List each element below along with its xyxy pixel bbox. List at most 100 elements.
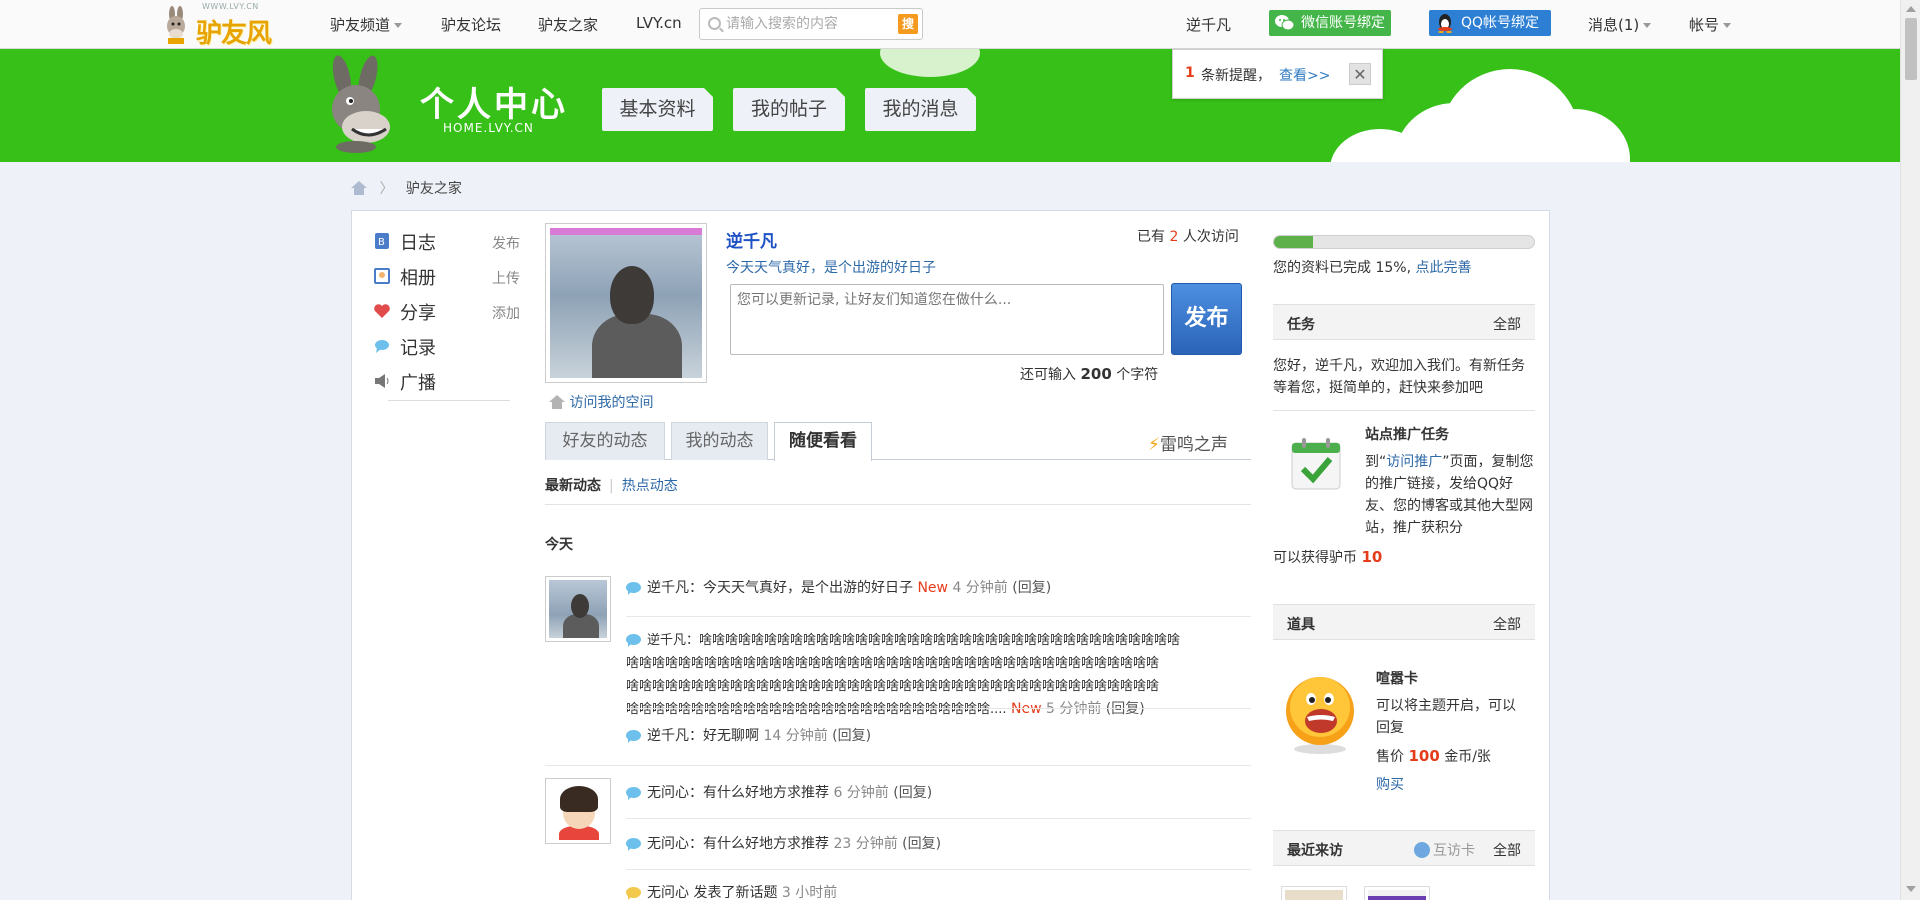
prop-description: 可以将主题开启，可以回复 bbox=[1376, 698, 1516, 736]
home-icon bbox=[549, 395, 565, 409]
profile-username[interactable]: 逆千凡 bbox=[726, 227, 777, 252]
buy-prop-link[interactable]: 购买 bbox=[1376, 774, 1404, 794]
visitor-avatar[interactable] bbox=[1281, 886, 1347, 900]
task-reward: 可以获得驴币 10 bbox=[1273, 547, 1382, 567]
complete-profile-link[interactable]: 点此完善 bbox=[1415, 260, 1471, 276]
site-logo[interactable]: WWW.LVY.CN 驴友风 bbox=[160, 2, 280, 49]
thunder-voice-link[interactable]: ⚡雷鸣之声 bbox=[1148, 430, 1228, 455]
tasks-all-link[interactable]: 全部 bbox=[1493, 314, 1521, 334]
qq-bind-button[interactable]: QQ帐号绑定 bbox=[1429, 10, 1551, 36]
char-count-suffix: 个字符 bbox=[1116, 367, 1159, 383]
visitors-all-link[interactable]: 全部 bbox=[1493, 840, 1521, 860]
feed-separator bbox=[626, 616, 1251, 617]
feed-divider bbox=[545, 504, 1251, 505]
donkey-logo-icon bbox=[167, 6, 185, 44]
notification-text: 条新提醒， bbox=[1201, 68, 1271, 84]
scroll-down-icon[interactable] bbox=[1906, 886, 1916, 892]
mutual-visit-card-link[interactable]: 互访卡 bbox=[1414, 840, 1475, 860]
logo-wordmark: 驴友风 bbox=[196, 19, 272, 49]
visit-count: 已有 2 人次访问 bbox=[1137, 226, 1239, 246]
tab-basic-info[interactable]: 基本资料 bbox=[602, 88, 713, 131]
subtab-hot[interactable]: 热点动态 bbox=[622, 478, 678, 494]
wechat-bind-label: 微信账号绑定 bbox=[1301, 15, 1385, 31]
feed-item-time: 4 分钟前 bbox=[952, 580, 1008, 596]
reply-link[interactable]: (回复) bbox=[832, 728, 871, 744]
reply-link[interactable]: (回复) bbox=[1012, 580, 1051, 596]
tab-my-messages[interactable]: 我的消息 bbox=[865, 88, 976, 131]
avatar-strip bbox=[550, 228, 702, 235]
search-icon bbox=[708, 17, 721, 30]
search-input[interactable] bbox=[726, 14, 886, 34]
prop-price-value: 100 bbox=[1408, 747, 1440, 765]
feed-avatar-head bbox=[571, 594, 589, 618]
feed-avatar[interactable] bbox=[545, 778, 611, 844]
home-icon[interactable] bbox=[351, 181, 367, 195]
tasks-header: 任务 全部 bbox=[1273, 304, 1535, 340]
sidebar-item-broadcast[interactable]: 广播 bbox=[374, 367, 520, 394]
thunder-voice-label: 雷鸣之声 bbox=[1159, 435, 1228, 455]
reply-link[interactable]: (回复) bbox=[893, 785, 932, 801]
nav-lvy-cn[interactable]: LVY.cn bbox=[636, 14, 682, 32]
feed-item-text: 无问心：有什么好地方求推荐 bbox=[647, 785, 829, 801]
profile-progress-text: 您的资料已完成 15%, 点此完善 bbox=[1273, 257, 1471, 277]
account-menu[interactable]: 帐号 bbox=[1689, 14, 1732, 35]
nav-lvy-home[interactable]: 驴友之家 bbox=[538, 14, 598, 35]
feed-tabs: 好友的动态 我的动态 随便看看 bbox=[545, 422, 1251, 461]
tab-my-posts[interactable]: 我的帖子 bbox=[733, 88, 845, 131]
publish-button[interactable]: 发布 bbox=[1171, 283, 1242, 355]
sidebar-divider bbox=[388, 400, 510, 401]
subtab-latest[interactable]: 最新动态 bbox=[545, 478, 601, 494]
char-count-number: 200 bbox=[1080, 365, 1112, 383]
char-count-prefix: 还可输入 bbox=[1020, 367, 1076, 383]
close-icon[interactable]: ✕ bbox=[1349, 63, 1371, 85]
breadcrumb-current[interactable]: 驴友之家 bbox=[406, 181, 462, 197]
visit-count-number: 2 bbox=[1169, 229, 1179, 245]
notification-view-link[interactable]: 查看>> bbox=[1279, 65, 1330, 85]
sidebar-item-record[interactable]: 记录 bbox=[374, 332, 520, 359]
sidebar-item-label: 日志 bbox=[400, 233, 436, 254]
props-all-link[interactable]: 全部 bbox=[1493, 614, 1521, 634]
wechat-bind-button[interactable]: 微信账号绑定 bbox=[1269, 10, 1391, 36]
profile-banner: 个人中心 HOME.LVY.CN 基本资料 我的帖子 我的消息 bbox=[0, 49, 1900, 162]
feed-avatar[interactable] bbox=[545, 576, 611, 642]
tab-my-activity[interactable]: 我的动态 bbox=[671, 422, 768, 460]
task-description: 到“访问推广”页面，复制您的推广链接，发给QQ好友、您的博客或其他大型网站，推广… bbox=[1365, 451, 1537, 539]
page-scrollbar[interactable] bbox=[1900, 0, 1920, 900]
reply-link[interactable]: (回复) bbox=[902, 836, 941, 852]
nav-lvy-forum[interactable]: 驴友论坛 bbox=[441, 14, 501, 35]
scroll-up-icon[interactable] bbox=[1906, 6, 1916, 12]
visit-my-space-link[interactable]: 访问我的空间 bbox=[549, 392, 653, 412]
feed-subtabs: 最新动态 | 热点动态 bbox=[545, 475, 678, 495]
visitors-header: 最近来访 互访卡 全部 bbox=[1273, 830, 1535, 866]
sidebar-item-album[interactable]: 相册 上传 bbox=[374, 262, 520, 289]
visit-promotion-link[interactable]: 访问推广 bbox=[1386, 454, 1442, 470]
album-icon bbox=[374, 268, 390, 284]
banner-subtitle: HOME.LVY.CN bbox=[443, 121, 534, 135]
feed-item-time: 14 分钟前 bbox=[763, 728, 828, 744]
nav-lvy-channel[interactable]: 驴友频道 bbox=[330, 14, 403, 35]
tab-friends-activity[interactable]: 好友的动态 bbox=[545, 422, 665, 460]
tab-random-browse[interactable]: 随便看看 bbox=[774, 422, 872, 461]
status-update-input[interactable] bbox=[730, 284, 1164, 355]
messages-menu[interactable]: 消息(1) bbox=[1588, 14, 1652, 35]
sidebar-item-share[interactable]: 分享 添加 bbox=[374, 297, 520, 324]
feed-item-time: 3 小时前 bbox=[781, 885, 838, 900]
tasks-welcome-text: 您好，逆千凡，欢迎加入我们。有新任务等着您，挺简单的，赶快来参加吧 bbox=[1273, 358, 1525, 396]
search-button[interactable]: 搜 bbox=[898, 14, 918, 34]
avatar[interactable] bbox=[545, 223, 707, 383]
sidebar-action-publish[interactable]: 发布 bbox=[492, 233, 520, 253]
user-name-link[interactable]: 逆千凡 bbox=[1186, 14, 1231, 35]
reply-link[interactable]: (回复) bbox=[1106, 701, 1145, 717]
profile-status[interactable]: 今天天气真好，是个出游的好日子 bbox=[726, 257, 936, 277]
feed-item-text-line3: 啥啥啥啥啥啥啥啥啥啥啥啥啥啥啥啥啥啥啥啥啥啥啥啥啥啥啥啥啥啥啥啥啥啥啥啥啥啥啥啥… bbox=[626, 679, 1160, 694]
scroll-thumb[interactable] bbox=[1905, 18, 1917, 80]
sidebar-action-add[interactable]: 添加 bbox=[492, 303, 520, 323]
sidebar-action-upload[interactable]: 上传 bbox=[492, 268, 520, 288]
sidebar-item-blog[interactable]: B 日志 发布 bbox=[374, 227, 520, 254]
visitor-avatar[interactable] bbox=[1364, 886, 1430, 900]
blog-icon: B bbox=[375, 233, 389, 249]
feed-separator bbox=[626, 818, 1251, 819]
visitor-avatar-image bbox=[1368, 890, 1426, 900]
task-desc-pre: 到“ bbox=[1365, 454, 1387, 470]
donkey-mascot-icon bbox=[332, 55, 390, 153]
